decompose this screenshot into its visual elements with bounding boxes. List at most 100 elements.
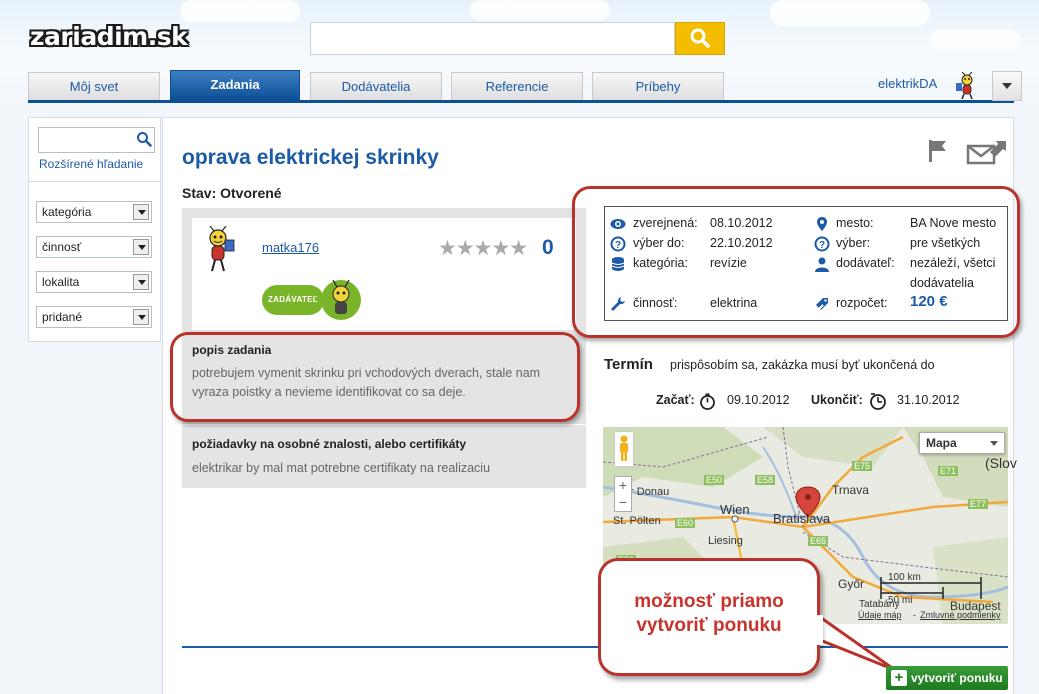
- filter-pridane[interactable]: pridané: [36, 306, 152, 328]
- filter-label: činnosť: [42, 240, 82, 254]
- city-value: BA Nove mesto: [910, 216, 997, 230]
- map-label: Wien: [720, 502, 750, 517]
- end-label: Ukončiť:: [811, 393, 863, 407]
- chevron-down-icon: [133, 274, 149, 290]
- ant-mascot-icon: [209, 226, 235, 272]
- zadavatel-badge: ZADÁVATEĽ: [262, 285, 324, 315]
- zoom-in-button[interactable]: +: [615, 477, 631, 494]
- deadline-heading: Termín: [604, 356, 653, 373]
- supplier-value-cont: dodávatelia: [910, 276, 974, 290]
- svg-text:?: ?: [819, 240, 825, 251]
- map-label: (Slov: [985, 455, 1017, 471]
- report-button[interactable]: [926, 138, 950, 164]
- filter-lokalita[interactable]: lokalita: [36, 271, 152, 293]
- description-highlight: [170, 332, 580, 422]
- map-label: Trnava: [832, 483, 869, 497]
- user-name-link[interactable]: elektrikDA: [878, 76, 937, 91]
- road-badge: E75: [852, 461, 873, 471]
- published-value: 08.10.2012: [710, 216, 773, 230]
- page-title: oprava elektrickej skrinky: [182, 146, 439, 169]
- filter-label: kategória: [42, 205, 92, 219]
- question-icon: ?: [814, 236, 830, 252]
- eye-icon: [610, 219, 626, 229]
- tab-dodavatelia[interactable]: Dodávatelia: [310, 72, 442, 100]
- deadline-question-icon: ?: [610, 236, 626, 252]
- category-label: kategória:: [633, 256, 688, 270]
- selection-label: výber:: [836, 236, 871, 250]
- cloud-decoration: [180, 0, 300, 22]
- map-pin-icon: [817, 217, 827, 231]
- nav-underline: [28, 100, 1014, 103]
- supplier-value: nezáleží, všetci: [910, 256, 996, 270]
- cloud-decoration: [770, 0, 930, 26]
- create-offer-button[interactable]: + vytvoriť ponuku: [886, 666, 1008, 690]
- requirements-heading: požiadavky na osobné znalosti, alebo cer…: [192, 437, 467, 451]
- rating-stars: ★★★★★: [438, 237, 528, 260]
- road-badge: E50: [704, 475, 725, 485]
- start-date: 09.10.2012: [727, 393, 790, 407]
- flag-icon: [929, 140, 946, 162]
- map-label: Győr: [838, 577, 865, 591]
- chevron-down-icon: [1002, 83, 1012, 89]
- search-input[interactable]: [310, 22, 675, 55]
- budget-value: 120 €: [910, 293, 948, 310]
- published-label: zverejnená:: [633, 216, 698, 230]
- share-email-button[interactable]: [966, 138, 1008, 166]
- site-logo[interactable]: zariadim.sk: [30, 22, 188, 51]
- map-label: Liesing: [708, 535, 743, 547]
- filter-label: lokalita: [42, 275, 80, 289]
- mail-forward-icon: [966, 141, 1006, 165]
- svg-text:?: ?: [615, 240, 621, 251]
- ant-badge-icon: [321, 279, 361, 320]
- tab-zadania[interactable]: Zadania: [170, 70, 300, 100]
- database-icon: [611, 257, 625, 271]
- filter-cinnost[interactable]: činnosť: [36, 236, 152, 258]
- map-footer-sep: -: [913, 610, 916, 620]
- road-badge: E60: [675, 518, 696, 528]
- deadline-text: prispôsobím sa, zakázka musí byť ukončen…: [670, 358, 935, 372]
- cloud-decoration: [470, 0, 610, 20]
- user-icon: [815, 257, 829, 272]
- search-icon: [690, 28, 710, 48]
- road-badge: E71: [938, 466, 959, 476]
- search-icon[interactable]: [136, 131, 152, 147]
- callout-line1: možnosť priamo: [634, 591, 784, 612]
- tab-referencie[interactable]: Referencie: [451, 72, 583, 100]
- user-menu-dropdown[interactable]: [992, 71, 1022, 101]
- author-link[interactable]: matka176: [262, 240, 319, 255]
- task-status: Stav: Otvorené: [182, 185, 282, 201]
- badge-label: ZADÁVATEĽ: [268, 295, 318, 304]
- tab-pribehy[interactable]: Príbehy: [592, 72, 724, 100]
- road-badge: E65: [808, 536, 829, 546]
- map-type-select[interactable]: Mapa: [919, 432, 1005, 454]
- start-label: Začať:: [656, 393, 695, 407]
- cloud-decoration: [930, 30, 1020, 50]
- zoom-out-button[interactable]: −: [615, 494, 631, 511]
- callout-text: možnosť priamo vytvoriť ponuku: [598, 590, 820, 638]
- wrench-icon: [611, 297, 625, 311]
- author-card: [192, 218, 576, 330]
- plus-icon: +: [891, 670, 907, 686]
- user-avatar[interactable]: [953, 71, 981, 100]
- street-view-button[interactable]: [614, 431, 634, 467]
- chevron-down-icon: [133, 204, 149, 220]
- chevron-down-icon: [133, 239, 149, 255]
- select-until-label: výber do:: [633, 236, 685, 250]
- map-terms-link[interactable]: Zmluvné podmienky: [920, 610, 1001, 620]
- chevron-down-icon: [133, 309, 149, 325]
- filter-kategoria[interactable]: kategória: [36, 201, 152, 223]
- activity-value: elektrina: [710, 296, 758, 310]
- map-zoom-control[interactable]: + −: [614, 476, 632, 512]
- city-label: mesto:: [836, 216, 874, 230]
- sidebar-divider: [28, 181, 161, 182]
- filter-label: pridané: [42, 310, 83, 324]
- search-button[interactable]: [675, 22, 725, 55]
- tab-moj-svet[interactable]: Môj svet: [28, 72, 160, 100]
- road-badge: E58: [755, 475, 776, 485]
- pegman-icon: [620, 435, 628, 461]
- road-badge: E77: [968, 499, 989, 509]
- requirements-text: elektrikar by mal mat potrebne certifika…: [192, 461, 491, 475]
- end-clock-icon: [870, 393, 886, 410]
- advanced-search-link[interactable]: Rozšírené hľadanie: [39, 157, 143, 171]
- activity-label: činnosť:: [633, 296, 678, 310]
